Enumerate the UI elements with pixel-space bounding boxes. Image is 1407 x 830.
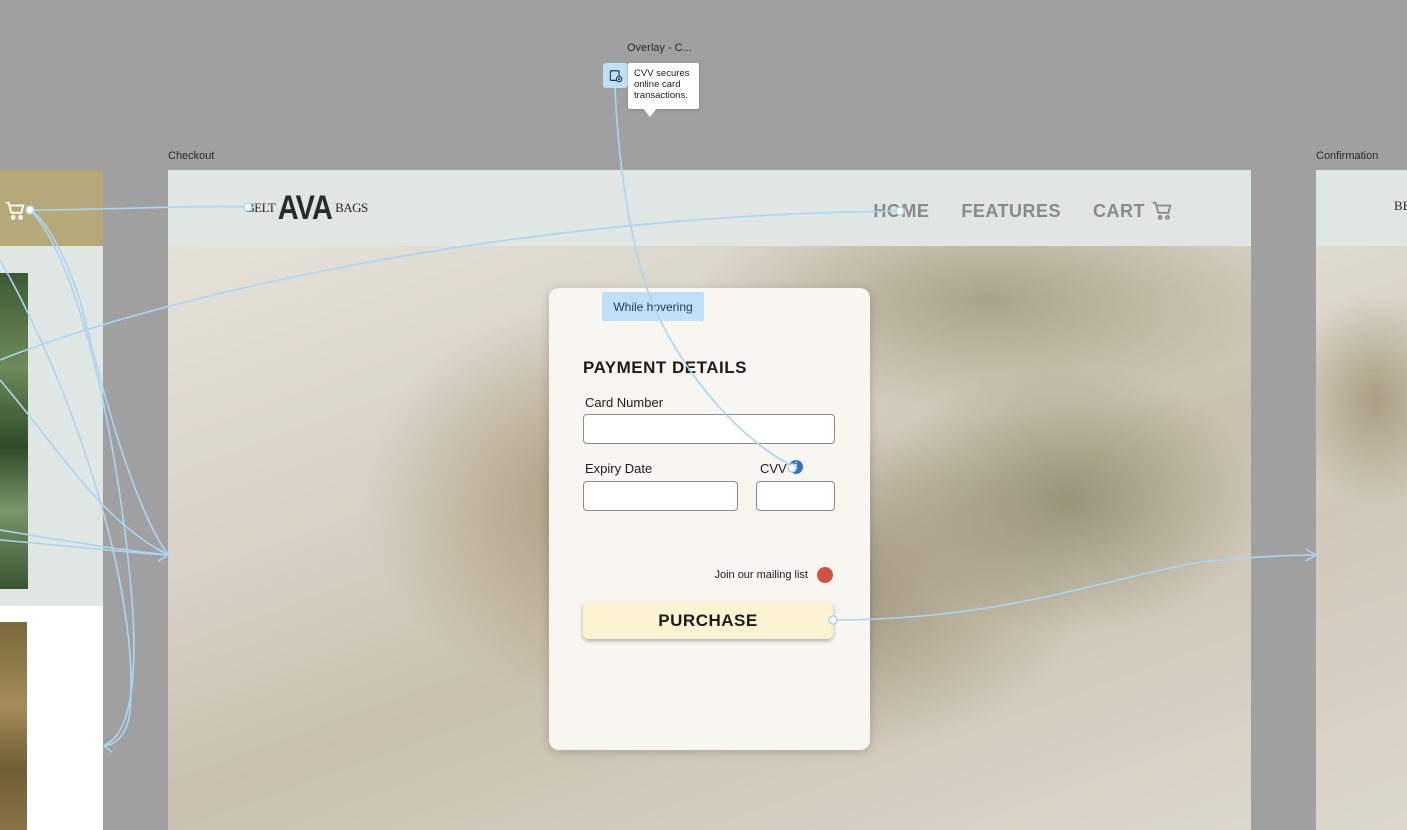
- payment-card: While hovering PAYMENT DETAILS Card Numb…: [549, 288, 870, 750]
- site-logo[interactable]: BELT AVA BAGS: [246, 188, 368, 227]
- nav-features[interactable]: FEATURES: [961, 201, 1061, 222]
- info-icon[interactable]: i: [789, 460, 803, 474]
- arrowhead-checkout: [157, 548, 170, 562]
- site-header: BELT AVA BAGS HOME FEATURES CART: [168, 170, 1251, 246]
- logo-belt-text: BELT: [246, 200, 276, 215]
- payment-title: PAYMENT DETAILS: [583, 358, 747, 377]
- confirmation-frame[interactable]: BE: [1316, 170, 1407, 830]
- plant-image: [0, 273, 28, 589]
- mailing-list-toggle[interactable]: [817, 567, 833, 583]
- interaction-trigger-tag[interactable]: While hovering: [602, 292, 704, 321]
- previous-frame[interactable]: [0, 170, 103, 830]
- mailing-list-label: Join our mailing list: [714, 569, 808, 581]
- cvv-tooltip: CVV secures online card transactions.: [628, 63, 699, 109]
- confirmation-header: BE: [1316, 170, 1407, 246]
- expiry-date-input[interactable]: [583, 481, 738, 511]
- nav-cart-label: CART: [1093, 200, 1145, 221]
- purchase-button[interactable]: PURCHASE: [583, 602, 833, 639]
- confirmation-frame-label[interactable]: Confirmation: [1316, 150, 1378, 162]
- expiry-date-label: Expiry Date: [585, 461, 653, 476]
- tooltip-arrow: [643, 108, 657, 117]
- overlay-frame-icon[interactable]: [603, 63, 628, 88]
- logo-bags-text: BAGS: [335, 200, 368, 215]
- logo-ava-text: AVA: [278, 188, 333, 227]
- nav-cart[interactable]: CART: [1093, 200, 1173, 222]
- cart-icon[interactable]: [4, 200, 26, 222]
- arrowhead-confirmation: [1305, 548, 1318, 562]
- confirmation-logo: BE: [1394, 198, 1407, 213]
- cvv-label: CVV: [760, 461, 787, 476]
- nav-home[interactable]: HOME: [873, 201, 929, 222]
- arrowhead-left-loop: [102, 739, 113, 753]
- card-number-input[interactable]: [583, 414, 835, 444]
- overlay-frame-label[interactable]: Overlay - C...: [627, 42, 692, 54]
- checkout-frame-label[interactable]: Checkout: [168, 150, 214, 162]
- cart-icon: [1151, 200, 1173, 222]
- previous-frame-header: [0, 170, 103, 246]
- main-nav: HOME FEATURES CART: [873, 200, 1173, 222]
- bag-image: [0, 622, 27, 830]
- cvv-input[interactable]: [756, 481, 835, 511]
- card-number-label: Card Number: [585, 395, 664, 410]
- checkout-frame[interactable]: BELT AVA BAGS HOME FEATURES CART While h…: [168, 170, 1251, 830]
